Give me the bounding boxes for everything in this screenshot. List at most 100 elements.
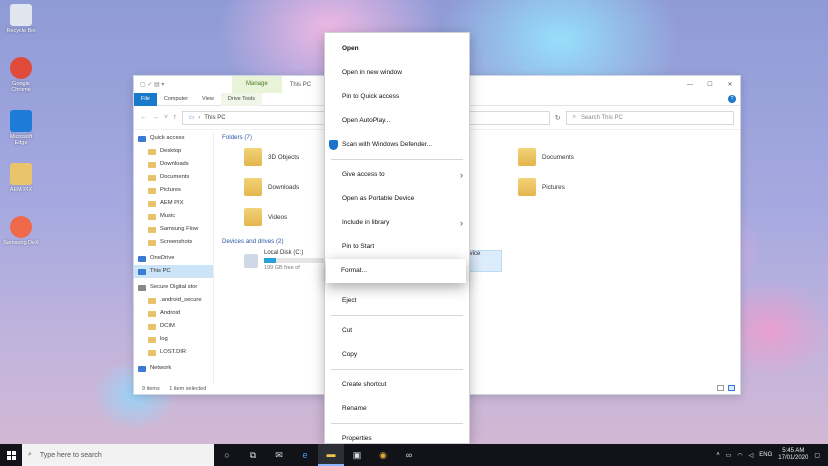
nav-item[interactable]: Network <box>134 362 213 375</box>
context-menu-item[interactable]: Open in new window <box>325 61 469 85</box>
nav-item[interactable]: Downloads <box>134 158 213 171</box>
volume-icon[interactable]: ◁ <box>749 452 754 459</box>
devices-header[interactable]: Devices and drives (2) <box>222 236 284 247</box>
desktop-shortcut[interactable]: AEM PIX <box>3 163 39 193</box>
local-disk-c[interactable]: Local Disk (C:) 199 GB free of <box>244 250 324 278</box>
manage-tab[interactable]: Manage <box>232 76 282 93</box>
context-menu-item[interactable]: Include in library › <box>325 211 469 235</box>
context-menu-item[interactable]: Copy <box>325 343 469 367</box>
back-icon[interactable]: ← <box>140 114 147 121</box>
task-view-icon[interactable]: ⧉ <box>240 444 266 466</box>
folder-videos[interactable]: Videos <box>244 208 287 226</box>
folders-header[interactable]: Folders (7) <box>222 132 730 143</box>
nav-item[interactable]: Desktop <box>134 145 213 158</box>
context-menu-item-label: Pin to Quick access <box>342 93 400 100</box>
network-icon[interactable]: ▭ <box>726 452 732 459</box>
wifi-icon[interactable]: ◠ <box>737 452 742 459</box>
desktop-shortcut[interactable]: Samsung DeX <box>3 216 39 246</box>
nav-item[interactable]: Quick access <box>134 132 213 145</box>
context-menu-item[interactable]: Open as Portable Device <box>325 187 469 211</box>
samsung-flow-icon[interactable]: ∞ <box>396 444 422 466</box>
desktop-shortcut-label: Samsung DeX <box>3 240 39 246</box>
folder-pictures[interactable]: Pictures <box>518 178 565 196</box>
desktop-shortcut[interactable]: Recycle Bin <box>3 4 39 34</box>
cortana-icon[interactable]: ○ <box>214 444 240 466</box>
close-icon[interactable]: ✕ <box>720 81 740 88</box>
context-menu-item[interactable]: Scan with Windows Defender... <box>325 133 469 157</box>
context-menu-item[interactable]: Give access to › <box>325 163 469 187</box>
tab-view[interactable]: View <box>195 93 221 106</box>
start-button[interactable] <box>0 444 22 466</box>
edge-icon[interactable]: e <box>292 444 318 466</box>
language-indicator[interactable]: ENG <box>759 452 772 458</box>
minimize-icon[interactable]: — <box>680 82 700 88</box>
nav-item[interactable]: Music <box>134 210 213 223</box>
details-view-icon[interactable] <box>717 385 724 391</box>
context-menu-item[interactable]: Open <box>325 37 469 61</box>
folder-label: Documents <box>542 153 574 161</box>
folder-3d-objects[interactable]: 3D Objects <box>244 148 299 166</box>
context-menu-item[interactable]: Pin to Quick access <box>325 85 469 109</box>
nav-item-icon <box>138 255 146 262</box>
nav-item[interactable]: DCIM <box>134 320 213 333</box>
nav-item[interactable]: Documents <box>134 171 213 184</box>
context-menu-item[interactable]: Rename <box>325 397 469 421</box>
quick-access-toolbar[interactable]: ▢ ✓ ▤ ▾ <box>134 81 192 88</box>
context-menu-item[interactable]: Pin to Start <box>325 235 469 259</box>
nav-item[interactable]: Screenshots <box>134 236 213 249</box>
up-icon[interactable]: ↑ <box>173 114 177 121</box>
nav-item-label: LOST.DIR <box>160 349 187 355</box>
taskbar-search-input[interactable]: ⌕ Type here to search <box>22 444 214 466</box>
search-icon: ⌕ <box>572 114 576 120</box>
tab-file[interactable]: File <box>134 92 157 106</box>
folder-downloads[interactable]: Downloads <box>244 178 299 196</box>
nav-item[interactable]: LOST.DIR <box>134 346 213 359</box>
clock[interactable]: 5:45 AM 17/01/2020 <box>778 448 808 462</box>
folder-icon <box>244 208 262 226</box>
chevron-up-icon[interactable]: ˄ <box>716 452 720 458</box>
menu-separator <box>331 159 463 160</box>
tab-drive-tools[interactable]: Drive Tools <box>220 92 262 106</box>
notification-icon[interactable]: ▢ <box>814 452 820 459</box>
nav-item-icon <box>148 148 156 155</box>
context-menu-item[interactable]: Open AutoPlay... <box>325 109 469 133</box>
dex-icon <box>10 216 32 238</box>
drive-info: Local Disk (C:) 199 GB free of <box>264 250 324 278</box>
nav-item[interactable]: Samsung Flow <box>134 223 213 236</box>
large-icons-view-icon[interactable] <box>728 385 735 391</box>
nav-item-icon <box>148 161 156 168</box>
context-menu-item[interactable]: Cut <box>325 319 469 343</box>
desktop-shortcut[interactable]: Microsoft Edge <box>3 110 39 146</box>
file-explorer-icon[interactable]: ▬ <box>318 444 344 466</box>
forward-icon[interactable]: → <box>152 114 159 121</box>
context-menu-item[interactable]: Eject <box>325 289 469 313</box>
help-icon[interactable]: ? <box>728 95 736 103</box>
nav-item-label: Android <box>160 310 180 316</box>
nav-item[interactable]: OneDrive <box>134 252 213 265</box>
store-icon[interactable]: ▣ <box>344 444 370 466</box>
nav-item[interactable]: Secure Digital stor <box>134 281 213 294</box>
chevron-down-icon[interactable]: ˅ <box>164 114 168 121</box>
context-menu-item-label: Open as Portable Device <box>342 195 415 202</box>
context-menu-item-label: Open in new window <box>342 69 402 76</box>
nav-item[interactable]: Android <box>134 307 213 320</box>
mail-icon[interactable]: ✉ <box>266 444 292 466</box>
refresh-icon[interactable]: ↻ <box>555 114 561 122</box>
nav-item[interactable]: log <box>134 333 213 346</box>
context-menu-item[interactable]: Create shortcut <box>325 373 469 397</box>
nav-item[interactable]: AEM PIX <box>134 197 213 210</box>
folder-icon <box>518 148 536 166</box>
folder-documents[interactable]: Documents <box>518 148 574 166</box>
format-menu-item-highlight[interactable]: Format... <box>326 259 466 283</box>
tab-computer[interactable]: Computer <box>157 93 195 106</box>
nav-item[interactable]: Pictures <box>134 184 213 197</box>
search-icon: ⌕ <box>28 451 32 458</box>
content-pane: Folders (7) 3D Objects Downloads Videos … <box>222 132 730 384</box>
desktop-shortcut[interactable]: Google Chrome <box>3 57 39 93</box>
search-input[interactable]: ⌕ Search This PC <box>565 110 734 125</box>
maximize-icon[interactable]: ☐ <box>700 81 720 88</box>
nav-item[interactable]: This PC <box>134 265 213 278</box>
chrome-icon[interactable]: ◉ <box>370 444 396 466</box>
nav-item[interactable]: .android_secure <box>134 294 213 307</box>
folder-label: Pictures <box>542 183 565 191</box>
